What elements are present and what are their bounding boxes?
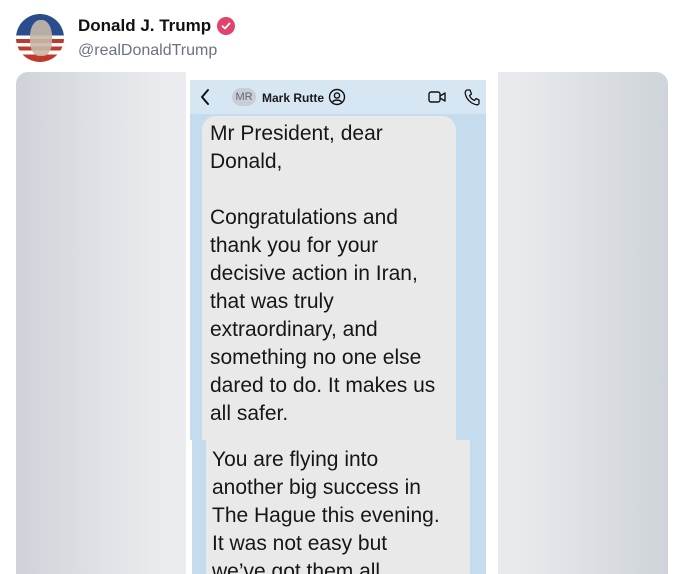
message-text: Mr President, dear Donald, Congratulatio… [210, 122, 436, 425]
phone-call-icon [464, 89, 480, 106]
back-chevron-icon [201, 89, 209, 105]
message-bubble: You are flying into another big success … [206, 440, 470, 574]
avatar[interactable] [16, 14, 64, 62]
post-header: Donald J. Trump @realDonaldTrump [16, 12, 656, 64]
contact-initials: MR [232, 88, 256, 106]
message-text: You are flying into another big success … [212, 448, 440, 574]
post-media[interactable]: MR Mark Rutte Mr President, dear Donald,… [16, 72, 668, 574]
contact-name: Mark Rutte [262, 91, 325, 105]
contact-info-icon [328, 88, 346, 106]
message-bubble: Mr President, dear Donald, Congratulatio… [202, 116, 456, 448]
chat-bottom-section: You are flying into another big success … [192, 440, 486, 574]
chat-top-section: MR Mark Rutte Mr President, dear Donald,… [190, 80, 486, 448]
chat-header: MR Mark Rutte [190, 80, 486, 114]
message-screenshot: MR Mark Rutte Mr President, dear Donald,… [186, 72, 498, 574]
user-handle[interactable]: @realDonaldTrump [78, 42, 217, 60]
video-call-icon [428, 91, 446, 103]
name-row: Donald J. Trump [78, 16, 236, 36]
display-name[interactable]: Donald J. Trump [78, 16, 211, 36]
avatar-portrait [30, 20, 52, 56]
verified-badge-icon [217, 17, 236, 35]
